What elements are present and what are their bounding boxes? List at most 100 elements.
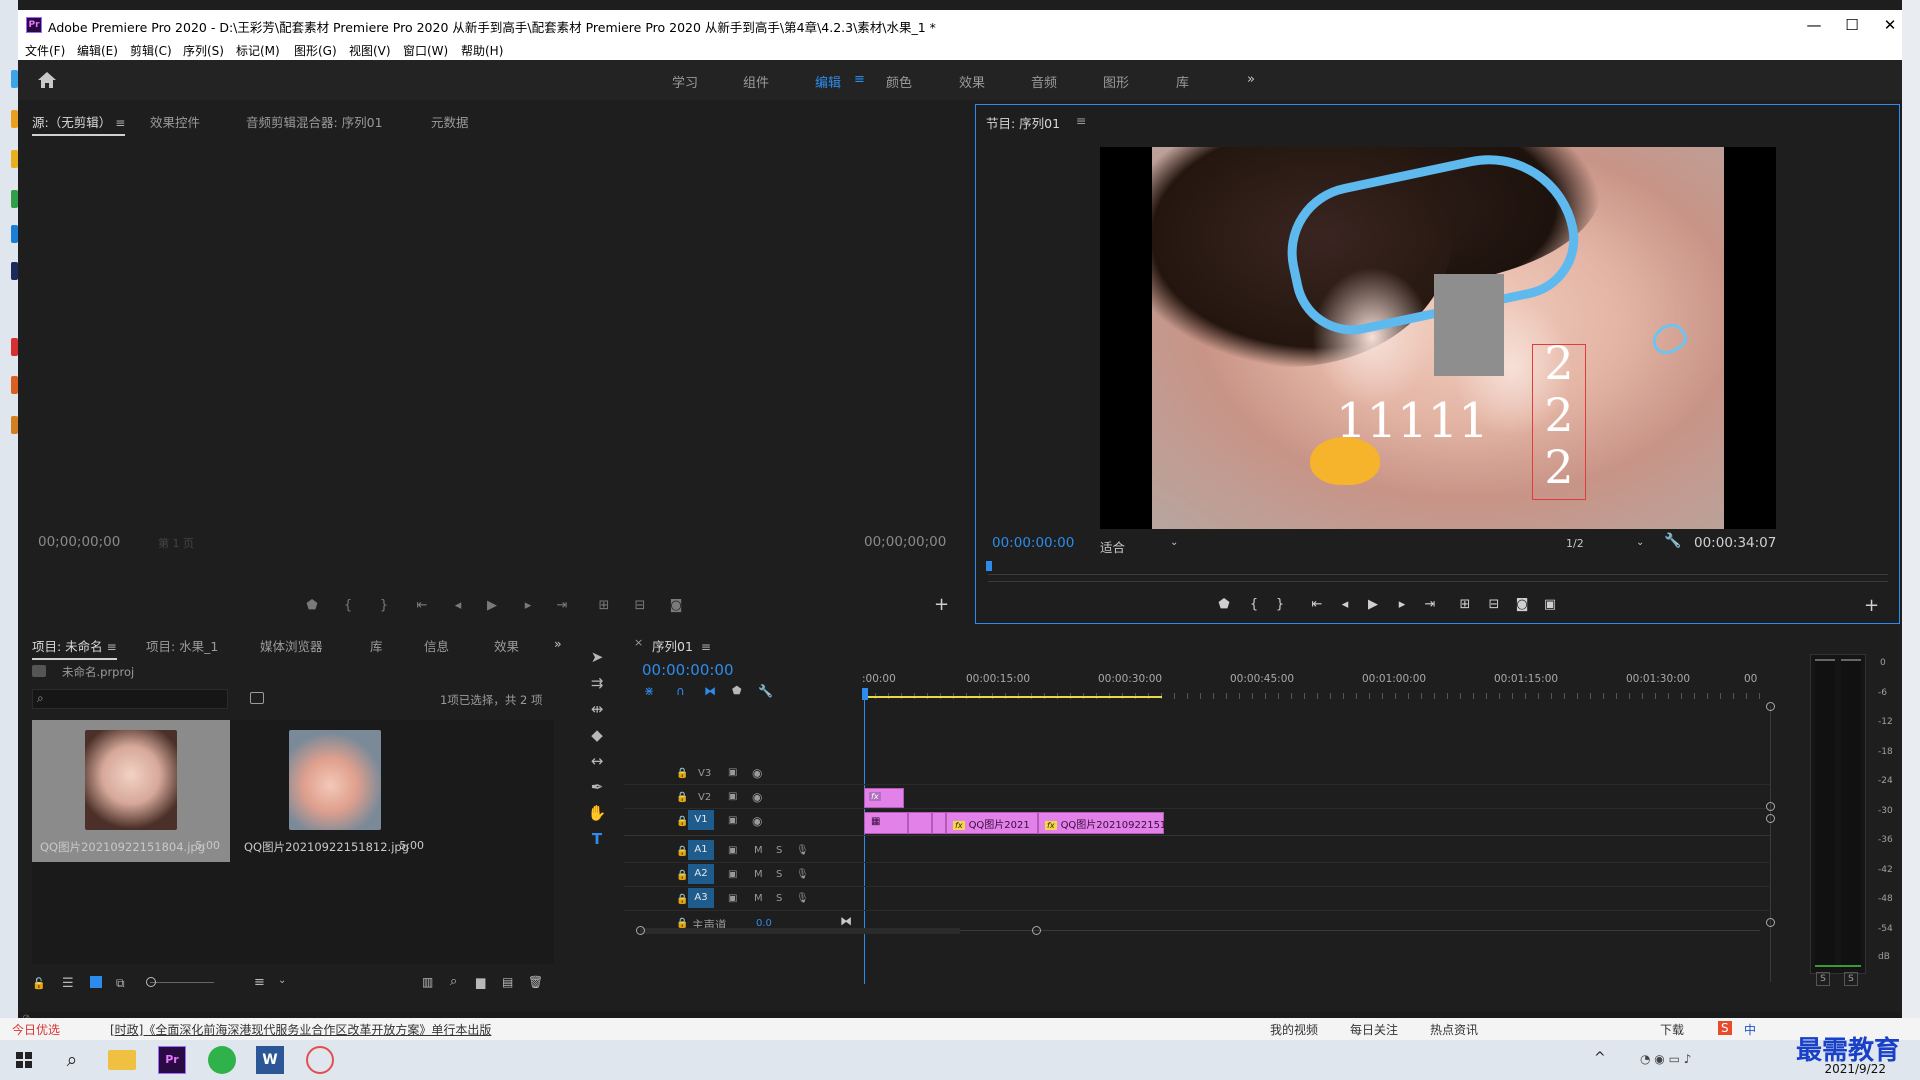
track-target-v1[interactable]: V1	[688, 810, 714, 830]
menu-window[interactable]: 窗口(W)	[403, 42, 448, 59]
lock-icon[interactable]: 🔒	[676, 816, 688, 827]
tab-sequence[interactable]: 序列01 ≡	[652, 636, 711, 655]
search-icon[interactable]: ⌕	[58, 1046, 86, 1074]
program-timecode[interactable]: 00:00:00:00	[992, 535, 1074, 551]
toggle-sync-icon[interactable]: ▣	[728, 869, 737, 880]
step-forward-icon[interactable]: ▸	[518, 598, 538, 613]
insert-icon[interactable]: ⊞	[594, 598, 614, 613]
horizontal-text-overlay[interactable]: 11111	[1336, 393, 1489, 449]
list-view-icon[interactable]: ☰	[62, 976, 74, 991]
maximize-button[interactable]: ☐	[1832, 14, 1872, 36]
horizontal-zoom-thumb[interactable]	[640, 928, 960, 934]
tab-program[interactable]: 节目: 序列01	[986, 113, 1060, 132]
menu-help[interactable]: 帮助(H)	[461, 42, 503, 59]
new-item-icon[interactable]: ▤	[502, 975, 513, 989]
track-select-tool-icon[interactable]: ⇉	[586, 672, 608, 694]
snap-magnet-icon[interactable]: ∩	[676, 684, 685, 698]
timeline-clip-v1[interactable]: ▦	[864, 812, 908, 834]
news-item-my-video[interactable]: 我的视频	[1270, 1021, 1318, 1038]
word-icon[interactable]: W	[256, 1046, 284, 1074]
go-to-out-icon[interactable]: ⇥	[552, 598, 572, 613]
program-menu-icon[interactable]: ≡	[1076, 113, 1086, 128]
settings-wrench-icon[interactable]: 🔧	[1664, 533, 1681, 549]
news-headline[interactable]: [时政]《全面深化前海深港现代服务业合作区改革开放方案》单行本出版	[110, 1021, 491, 1038]
go-to-in-icon[interactable]: ⇤	[1307, 597, 1327, 612]
go-to-in-icon[interactable]: ⇤	[412, 598, 432, 613]
tab-libraries[interactable]: 库	[370, 636, 383, 655]
lock-icon[interactable]: 🔓	[32, 977, 46, 990]
eye-icon[interactable]: ◉	[752, 790, 762, 804]
add-marker-icon[interactable]: ⬟	[302, 598, 322, 613]
news-item-hot[interactable]: 热点资讯	[1430, 1021, 1478, 1038]
sogou-ime-icon[interactable]: S	[1718, 1021, 1732, 1035]
step-back-icon[interactable]: ◂	[448, 598, 468, 613]
ripple-edit-tool-icon[interactable]: ⇹	[586, 698, 608, 720]
mark-out-icon[interactable]: }	[1270, 597, 1290, 612]
program-video-frame[interactable]: 11111 2 2 2	[1100, 147, 1776, 529]
workspace-tab-libraries[interactable]: 库	[1176, 72, 1189, 91]
mark-in-icon[interactable]: {	[338, 598, 358, 613]
lock-icon[interactable]: 🔒	[676, 894, 688, 905]
source-timecode-in[interactable]: 00;00;00;00	[38, 534, 120, 550]
automate-to-sequence-icon[interactable]: ▥	[422, 975, 433, 989]
thumbnail-size-slider[interactable]	[150, 982, 214, 983]
source-page-select[interactable]: 第 1 页	[158, 535, 194, 551]
tab-project-untitled[interactable]: 项目: 未命名 ≡	[32, 636, 117, 660]
solo-right-button[interactable]: S	[1844, 972, 1858, 986]
track-target-a1[interactable]: A1	[688, 840, 714, 860]
go-to-out-icon[interactable]: ⇥	[1420, 597, 1440, 612]
microphone-icon[interactable]: 🎙	[796, 893, 809, 904]
workspace-tab-color[interactable]: 颜色	[886, 72, 912, 91]
program-mini-ruler[interactable]	[988, 565, 1888, 575]
program-zoom-bar[interactable]	[988, 581, 1888, 582]
workspace-tab-effects[interactable]: 效果	[959, 72, 985, 91]
minimize-button[interactable]: —	[1794, 14, 1834, 36]
file-explorer-icon[interactable]	[108, 1050, 136, 1070]
tray-icons[interactable]: ◔ ◉ ▭ ♪	[1640, 1052, 1691, 1066]
project-item[interactable]: QQ图片20210922151804.jpg 5:00	[32, 720, 230, 862]
compare-view-icon[interactable]: ▣	[1540, 597, 1560, 612]
panel-menu-icon[interactable]: ≡	[115, 116, 125, 130]
ime-mode[interactable]: 中	[1744, 1021, 1756, 1038]
panel-overflow-icon[interactable]: »	[554, 636, 562, 651]
lift-icon[interactable]: ⊞	[1455, 597, 1475, 612]
app-icon[interactable]	[306, 1046, 334, 1074]
gray-shape-overlay[interactable]	[1434, 274, 1504, 376]
news-item-download[interactable]: 下载	[1660, 1021, 1684, 1038]
microphone-icon[interactable]: 🎙	[796, 869, 809, 880]
slip-tool-icon[interactable]: ↔	[586, 750, 608, 772]
tab-metadata[interactable]: 元数据	[431, 112, 469, 131]
workspace-tab-learn[interactable]: 学习	[672, 72, 698, 91]
extract-icon[interactable]: ⊟	[1484, 597, 1504, 612]
add-marker-icon[interactable]: ⬟	[1214, 597, 1234, 612]
overwrite-icon[interactable]: ⊟	[630, 598, 650, 613]
mute-button[interactable]: M	[754, 869, 763, 880]
tab-info[interactable]: 信息	[424, 636, 449, 655]
new-bin-icon[interactable]: ▆	[476, 975, 485, 989]
menu-clip[interactable]: 剪辑(C)	[130, 42, 172, 59]
mute-button[interactable]: M	[754, 893, 763, 904]
workspace-menu-icon[interactable]: ≡	[854, 72, 865, 87]
icon-view-icon[interactable]	[90, 976, 102, 988]
fit-dropdown[interactable]: 适合 ⌄	[1100, 537, 1184, 555]
tab-effects[interactable]: 效果	[494, 636, 519, 655]
panel-menu-icon[interactable]: ≡	[701, 640, 711, 654]
toggle-sync-icon[interactable]: ▣	[728, 815, 737, 826]
workspace-tab-editing[interactable]: 编辑	[815, 72, 841, 91]
play-icon[interactable]: ▶	[1363, 597, 1383, 612]
solo-left-button[interactable]: S	[1816, 972, 1830, 986]
timeline-playhead-handle[interactable]	[862, 688, 868, 700]
zoom-handle-left[interactable]	[636, 926, 645, 935]
zoom-handle-right[interactable]	[1032, 926, 1041, 935]
tray-chevron-up-icon[interactable]: ^	[1594, 1050, 1606, 1066]
new-bin-from-search-icon[interactable]	[250, 692, 264, 704]
hand-tool-icon[interactable]: ✋	[586, 802, 608, 824]
project-item[interactable]: QQ图片20210922151812.jpg 5:00	[236, 720, 434, 862]
solo-button[interactable]: S	[776, 845, 782, 856]
vertical-text-overlay[interactable]: 2 2 2	[1536, 337, 1582, 493]
lock-icon[interactable]: 🔒	[676, 846, 688, 857]
vertical-scrollbar[interactable]	[1770, 706, 1771, 982]
home-icon[interactable]	[36, 70, 58, 90]
chevron-down-icon[interactable]: ⌄	[278, 975, 286, 986]
program-playhead[interactable]	[986, 561, 992, 571]
